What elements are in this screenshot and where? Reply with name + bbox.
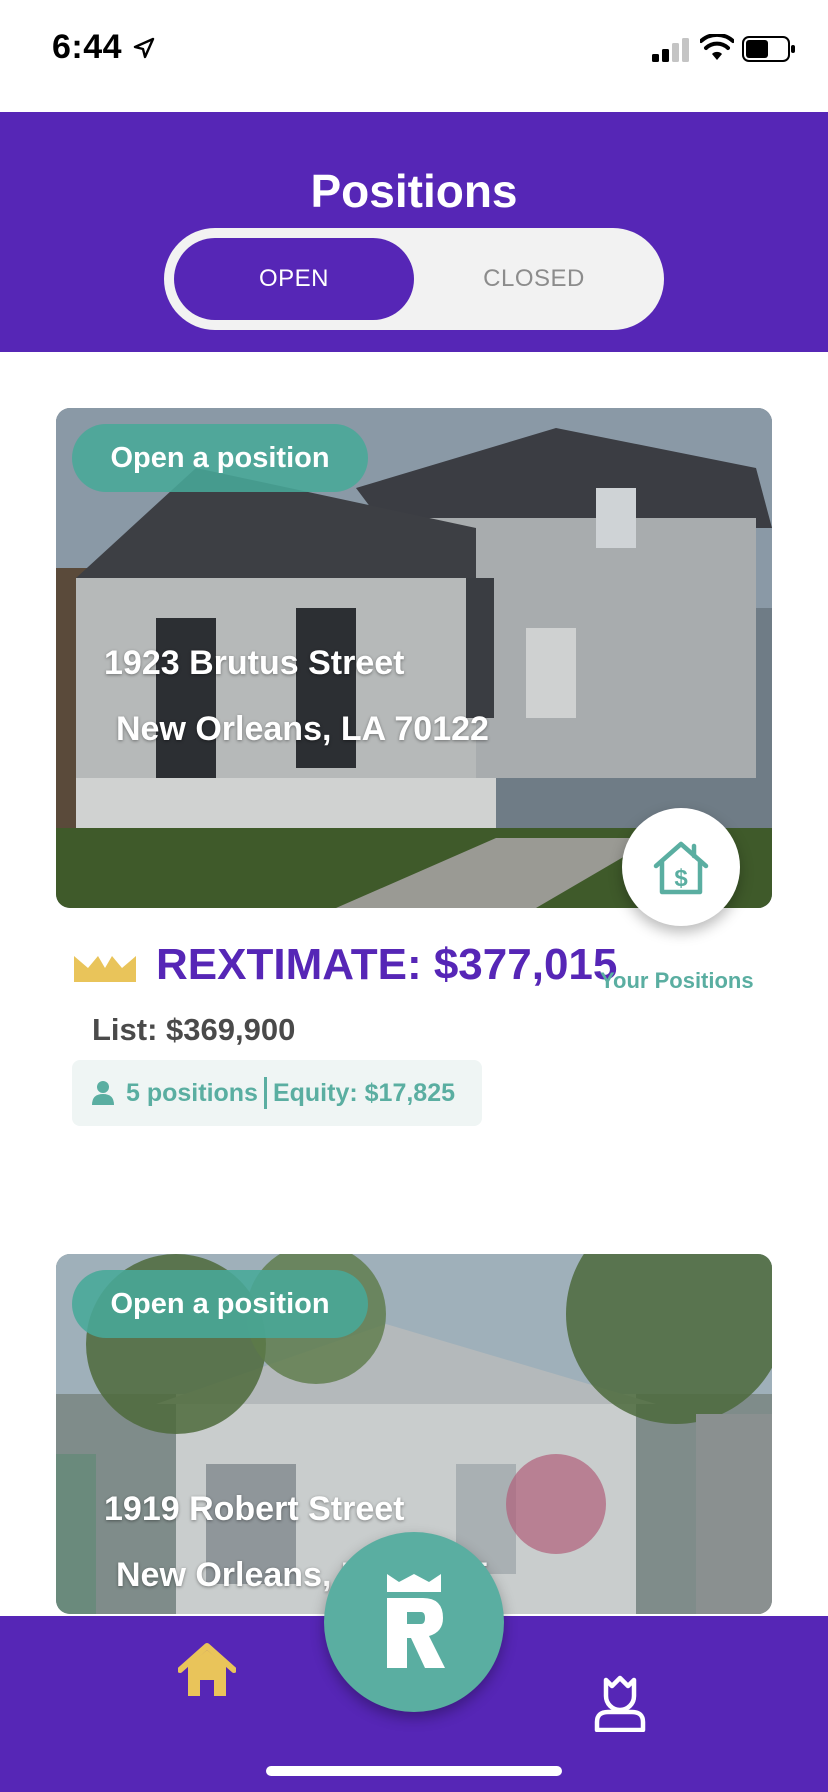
person-icon bbox=[92, 1081, 114, 1105]
profile-icon[interactable] bbox=[594, 1674, 646, 1732]
status-bar: 6:44 bbox=[0, 0, 828, 112]
home-indicator bbox=[266, 1766, 562, 1776]
rex-logo-button[interactable] bbox=[324, 1532, 504, 1712]
home-icon[interactable] bbox=[178, 1642, 236, 1698]
positions-header: Positions OPEN CLOSED bbox=[0, 112, 828, 352]
open-position-button[interactable]: Open a position bbox=[72, 424, 368, 492]
house-dollar-icon: $ bbox=[653, 841, 709, 895]
wifi-icon bbox=[700, 34, 734, 60]
position-stats: 5 positions Equity: $17,825 bbox=[72, 1060, 482, 1126]
cellular-signal-icon bbox=[652, 38, 689, 62]
list-price: List: $369,900 bbox=[92, 1012, 296, 1047]
tab-open[interactable]: OPEN bbox=[174, 238, 414, 320]
tab-closed[interactable]: CLOSED bbox=[414, 238, 654, 320]
open-closed-toggle: OPEN CLOSED bbox=[164, 228, 664, 330]
equity-value: Equity: $17,825 bbox=[272, 1078, 455, 1107]
page-title: Positions bbox=[310, 165, 518, 217]
location-arrow-icon bbox=[133, 37, 155, 59]
status-time: 6:44 bbox=[52, 28, 123, 66]
address-city: New Orleans, LA 70122 bbox=[116, 710, 489, 748]
address-street: 1919 Robert Street bbox=[104, 1490, 405, 1528]
battery-icon bbox=[742, 36, 795, 62]
address-street: 1923 Brutus Street bbox=[104, 644, 405, 682]
positions-count: 5 positions bbox=[126, 1078, 258, 1107]
stats-divider bbox=[263, 1077, 267, 1109]
crown-icon bbox=[74, 956, 136, 982]
house-dollar-button[interactable]: $ bbox=[622, 808, 740, 926]
rex-logo-icon bbox=[387, 1574, 445, 1668]
your-positions-link[interactable]: Your Positions bbox=[600, 968, 754, 994]
svg-text:$: $ bbox=[674, 865, 688, 892]
rextimate-value: REXTIMATE: $377,015 bbox=[156, 940, 618, 989]
open-position-button[interactable]: Open a position bbox=[72, 1270, 368, 1338]
